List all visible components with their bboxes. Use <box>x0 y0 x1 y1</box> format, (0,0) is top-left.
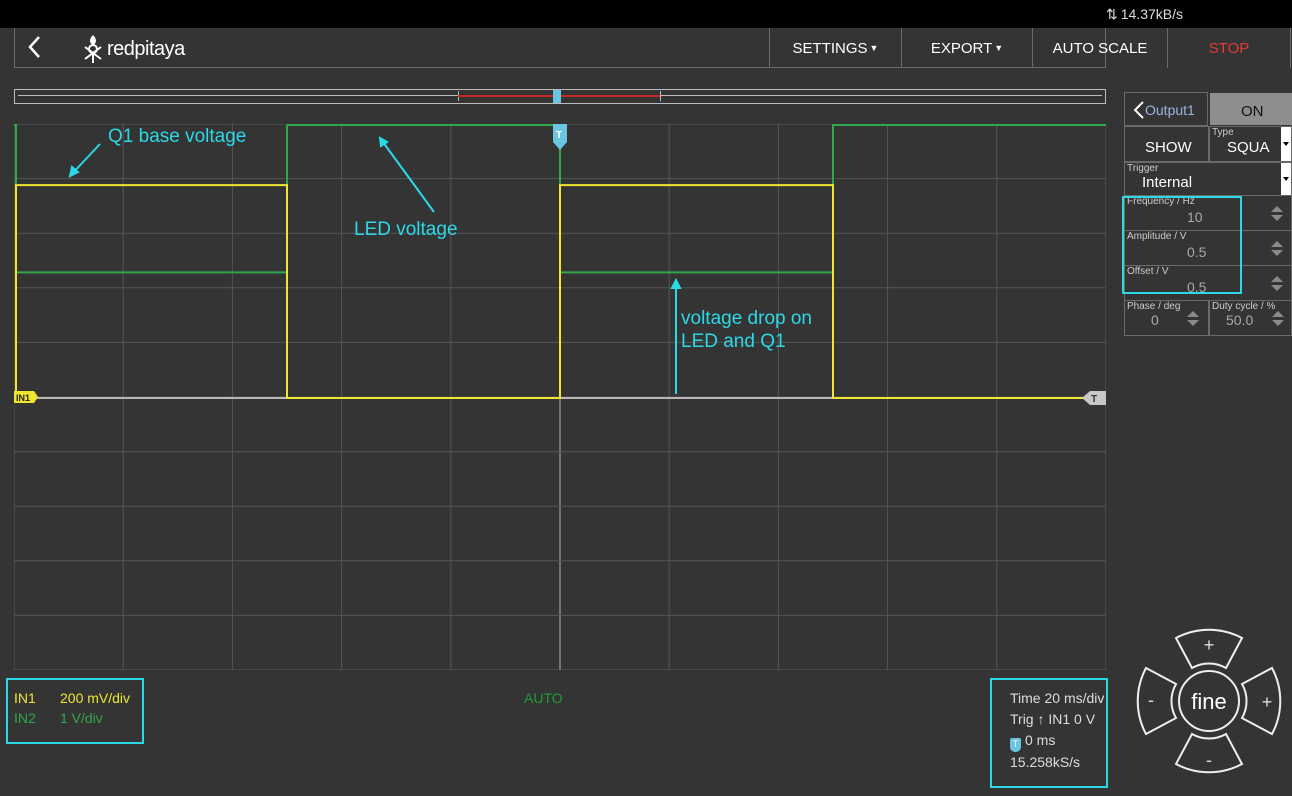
back-icon[interactable] <box>23 34 49 60</box>
down-arrow-icon[interactable] <box>1271 250 1283 256</box>
data-rate-indicator: ⇅ 14.37kB/s <box>1106 6 1183 23</box>
trigger-offset: T 0 ms <box>1010 732 1055 752</box>
show-label: SHOW <box>1145 139 1192 156</box>
joystick-up-label: + <box>1204 635 1215 655</box>
view-window-right-edge <box>660 91 661 101</box>
stop-label: STOP <box>1208 39 1250 57</box>
amplitude-spinner[interactable] <box>1271 241 1285 256</box>
redpitaya-logo-icon <box>84 35 102 63</box>
caret-down-icon: ▼ <box>869 43 879 53</box>
in2-scale: 1 V/div <box>60 710 103 726</box>
dropdown-arrow-icon <box>1281 163 1291 195</box>
offset-spinner[interactable] <box>1271 276 1285 291</box>
output-on-toggle[interactable]: ON <box>1210 93 1292 125</box>
generator-params-highlight <box>1122 196 1242 294</box>
trigger-time-label: T <box>556 130 562 141</box>
down-arrow-icon[interactable] <box>1272 320 1284 326</box>
settings-menu-button[interactable]: SETTINGS ▼ <box>769 28 901 68</box>
trigger-label: Trigger <box>1127 163 1159 174</box>
up-arrow-icon[interactable] <box>1272 311 1284 317</box>
up-arrow-icon[interactable] <box>1271 276 1283 282</box>
trig-prefix: Trig <box>1010 711 1034 727</box>
trig-source: IN1 0 V <box>1048 711 1096 727</box>
sample-rate: 15.258kS/s <box>1010 754 1081 770</box>
export-label: EXPORT <box>930 39 993 57</box>
annotation-voltage-drop-line1: voltage drop on <box>681 308 812 329</box>
duty-cycle-field[interactable]: Duty cycle / % 50.0 <box>1209 301 1292 336</box>
down-arrow-icon[interactable] <box>1271 285 1283 291</box>
trigger-level-label: T <box>1091 394 1097 405</box>
time-per-div: Time 20 ms/div <box>1010 690 1105 706</box>
down-arrow-icon[interactable] <box>1271 215 1283 221</box>
phase-value[interactable]: 0 <box>1151 312 1159 328</box>
stop-button[interactable]: STOP <box>1167 28 1291 68</box>
export-menu-button[interactable]: EXPORT ▼ <box>901 28 1032 68</box>
caret-down-icon: ▼ <box>994 43 1004 53</box>
duty-value[interactable]: 50.0 <box>1226 312 1253 328</box>
annotation-led-voltage: LED voltage <box>354 219 458 240</box>
buffer-position-slider[interactable] <box>14 89 1106 104</box>
output1-back-button[interactable]: Output1 <box>1124 92 1208 126</box>
data-rate: 14.37kB/s <box>1120 6 1183 22</box>
redpitaya-logo: redpitaya <box>81 32 185 66</box>
t-offset-value: 0 ms <box>1025 732 1056 748</box>
rising-edge-icon: ↑ <box>1037 711 1045 727</box>
in1-marker-label: IN1 <box>16 393 30 403</box>
duty-spinner[interactable] <box>1272 311 1286 326</box>
dropdown-arrow-icon <box>1281 127 1291 161</box>
phase-label: Phase / deg <box>1127 301 1181 312</box>
top-toolbar: redpitaya SETTINGS ▼ EXPORT ▼ AUTO SCALE S… <box>14 28 1291 68</box>
in2-label[interactable]: IN2 <box>14 710 36 726</box>
up-arrow-icon[interactable] <box>1271 206 1283 212</box>
up-arrow-icon[interactable] <box>1271 241 1283 247</box>
brand-name: redpitaya <box>107 37 185 60</box>
transfer-arrows-icon: ⇅ <box>1106 6 1118 22</box>
trigger-marker-icon: T <box>1010 738 1021 752</box>
in1-label[interactable]: IN1 <box>14 690 36 706</box>
annotation-q1-base: Q1 base voltage <box>108 126 247 147</box>
frequency-spinner[interactable] <box>1271 206 1285 221</box>
timebase-info-box: Time 20 ms/div Trig ↑ IN1 0 V T 0 ms 15.2… <box>990 678 1108 788</box>
duty-label: Duty cycle / % <box>1212 301 1276 312</box>
trigger-position-marker[interactable] <box>553 90 561 103</box>
phase-spinner[interactable] <box>1187 311 1201 326</box>
status-bar: ⇅ 14.37kB/s <box>0 0 1292 28</box>
auto-scale-label: AUTO SCALE <box>1052 39 1148 57</box>
trigger-select[interactable]: Trigger Internal <box>1124 162 1292 196</box>
annotation-voltage-drop-line2: LED and Q1 <box>681 331 786 352</box>
type-label: Type <box>1212 127 1234 138</box>
show-button[interactable]: SHOW <box>1124 126 1209 162</box>
joystick-right-label: + <box>1262 692 1273 712</box>
type-value: SQUA <box>1227 139 1270 156</box>
acquisition-status: AUTO <box>524 690 563 706</box>
up-arrow-icon[interactable] <box>1187 311 1199 317</box>
phase-field[interactable]: Phase / deg 0 <box>1124 301 1209 336</box>
chevron-left-icon <box>1133 101 1144 119</box>
in1-scale: 200 mV/div <box>60 690 131 706</box>
down-arrow-icon[interactable] <box>1187 320 1199 326</box>
auto-scale-button[interactable]: AUTO SCALE <box>1032 28 1167 68</box>
in1-zero-marker[interactable]: IN1 <box>14 391 38 403</box>
settings-label: SETTINGS <box>792 39 868 57</box>
joystick-left-label: - <box>1148 690 1154 710</box>
fine-control-joystick[interactable]: fine + + - - <box>1134 626 1284 776</box>
joystick-left-segment[interactable] <box>1136 666 1178 736</box>
joystick-down-label: - <box>1206 750 1212 770</box>
joystick-center-label: fine <box>1191 689 1226 714</box>
oscilloscope-plot[interactable]: IN1 T T <box>14 124 1106 670</box>
type-select[interactable]: Type SQUA <box>1209 126 1292 162</box>
output1-title: Output1 <box>1145 102 1195 118</box>
trigger-value: Internal <box>1142 174 1193 191</box>
trigger-info: Trig ↑ IN1 0 V <box>1010 711 1095 727</box>
on-label: ON <box>1241 103 1264 120</box>
